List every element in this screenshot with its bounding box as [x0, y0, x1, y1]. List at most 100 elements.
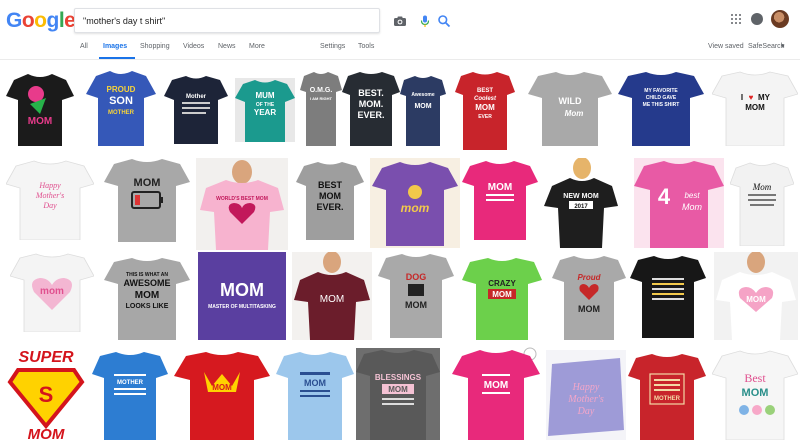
active-tab-indicator — [99, 57, 135, 59]
image-result[interactable] — [630, 254, 706, 338]
shirt-text: MOM — [304, 378, 326, 388]
image-result[interactable]: MOM — [276, 350, 354, 440]
shirt-text: MOM — [492, 290, 512, 299]
image-result[interactable]: MOM — [104, 156, 190, 242]
image-result[interactable]: BEST MOM EVER. — [296, 160, 364, 240]
shirt-text: Proud — [577, 273, 601, 282]
tab-all[interactable]: All — [80, 43, 88, 50]
image-result[interactable]: MOM — [0, 68, 80, 148]
image-result[interactable]: MOM — [462, 158, 538, 240]
shirt-text: Mother's — [35, 191, 64, 200]
settings-link[interactable]: Settings — [320, 43, 345, 50]
image-result[interactable]: MOM — [452, 346, 540, 440]
image-result[interactable]: Happy Mother's Day — [6, 158, 94, 240]
shirt-text: BEST. — [358, 88, 384, 98]
apps-icon[interactable] — [731, 14, 741, 24]
image-result[interactable]: BLESSINGS MOM — [356, 348, 440, 440]
notifications-icon[interactable] — [751, 13, 763, 25]
image-result[interactable]: CRAZY MOM — [462, 256, 542, 340]
shirt-text: Mom — [752, 182, 772, 192]
shirt-text: EVER — [478, 114, 492, 120]
chevron-down-icon[interactable]: ▾ — [781, 42, 785, 50]
shirt-text: MOTHER — [117, 380, 144, 386]
shirt-text: WILD — [559, 96, 582, 106]
shirt-text: DOG — [406, 272, 427, 282]
search-box[interactable] — [74, 8, 451, 33]
google-logo[interactable]: Google — [6, 9, 76, 33]
image-result[interactable]: MOM — [292, 252, 372, 340]
shirt-text: MOTHER — [108, 110, 135, 116]
image-result[interactable]: Awesome MOM — [400, 74, 446, 146]
avatar[interactable] — [771, 10, 789, 28]
shirt-text: MY FAVORITE — [644, 88, 678, 94]
view-saved-link[interactable]: View saved — [708, 43, 744, 50]
tools-link[interactable]: Tools — [358, 43, 374, 50]
shirt-text: Happy — [572, 382, 600, 393]
shirt-text: Best — [744, 371, 766, 385]
tab-videos[interactable]: Videos — [183, 43, 204, 50]
tab-news[interactable]: News — [218, 43, 236, 50]
image-result[interactable]: DOG MOM — [378, 252, 454, 338]
heart-icon: ♥ — [749, 93, 754, 102]
tab-shopping[interactable]: Shopping — [140, 43, 170, 50]
image-result[interactable]: MUM OF THE YEAR — [235, 78, 295, 142]
shirt-text: mom — [40, 286, 64, 297]
shirt-text: MOM — [488, 182, 512, 193]
camera-icon[interactable] — [393, 14, 407, 28]
image-result[interactable]: I ♥ MY MOM — [712, 70, 798, 146]
tab-more[interactable]: More — [249, 43, 265, 50]
image-result[interactable]: Proud MOM — [552, 254, 626, 340]
shirt-text: MASTER OF MULTITASKING — [208, 304, 276, 310]
shirt-text: I — [741, 93, 743, 102]
tab-images[interactable]: Images — [103, 43, 127, 50]
image-result[interactable]: SUPER S MOM — [4, 346, 88, 440]
search-input[interactable] — [83, 13, 313, 29]
shirt-text: Day — [577, 406, 595, 417]
search-icon[interactable] — [437, 14, 451, 28]
image-result[interactable]: Mother — [162, 74, 230, 146]
shirt-text: AWESOME — [123, 278, 170, 288]
shirt-text: MUM — [255, 91, 274, 100]
image-result[interactable]: PROUD SON MOTHER — [84, 68, 158, 148]
mic-icon[interactable] — [418, 14, 432, 28]
image-result[interactable]: NEW MOM 2017 — [544, 158, 618, 248]
image-result[interactable]: mom — [10, 252, 94, 332]
image-result[interactable]: THIS IS WHAT AN AWESOME MOM LOOKS LIKE — [104, 256, 190, 340]
image-result[interactable]: MOM — [174, 350, 270, 440]
search-tabs: All Images Shopping Videos News More Set… — [0, 36, 800, 60]
shirt-text: PROUD — [107, 85, 136, 94]
shirt-text: BEST — [318, 180, 343, 190]
image-result[interactable]: 4 best Mom — [634, 158, 724, 248]
image-result[interactable]: Mom — [730, 160, 794, 246]
header: Google All Images Shopping Videos News M… — [0, 0, 800, 60]
image-result[interactable]: O.M.G. I AM RIGHT — [300, 70, 342, 146]
shirt-text: MOM — [212, 383, 232, 392]
image-result[interactable]: Happy Mother's Day — [546, 350, 626, 440]
image-result[interactable]: MOTHER — [628, 352, 706, 440]
safesearch-dropdown[interactable]: SafeSearch — [748, 43, 785, 50]
shirt-text: MY — [758, 93, 771, 102]
image-result[interactable]: MY FAVORITE CHILD GAVE ME THIS SHIRT — [618, 70, 704, 146]
shirt-text: MOM — [414, 103, 431, 110]
shirt-text: Awesome — [411, 92, 434, 98]
image-result[interactable]: MOTHER — [92, 350, 168, 440]
shirt-text: BLESSINGS — [375, 373, 422, 382]
image-result[interactable]: Best MOM — [712, 348, 798, 440]
image-result[interactable]: BEST. MOM. EVER. — [342, 70, 400, 146]
shirt-text: 4 — [658, 184, 671, 209]
image-result[interactable]: MOM MASTER OF MULTITASKING — [198, 252, 286, 340]
image-result[interactable]: BEST Coolest MOM EVER — [455, 70, 515, 150]
shirt-text: Mother — [186, 94, 207, 100]
image-result[interactable]: MOM — [714, 252, 798, 340]
shirt-text: SON — [109, 95, 133, 107]
image-result[interactable]: WILD Mom — [528, 70, 612, 146]
shirt-text: Mom — [682, 202, 703, 212]
shirt-text: LOOKS LIKE — [126, 303, 169, 310]
shirt-text: MOM — [220, 280, 264, 300]
image-result[interactable]: WORLD'S BEST MOM — [196, 158, 288, 250]
shirt-text: I AM RIGHT — [310, 96, 332, 101]
shirt-text: Mom — [565, 109, 584, 118]
shirt-text: NEW MOM — [563, 193, 599, 200]
image-result[interactable]: mom — [370, 158, 460, 248]
logo-letter: o — [34, 9, 47, 32]
